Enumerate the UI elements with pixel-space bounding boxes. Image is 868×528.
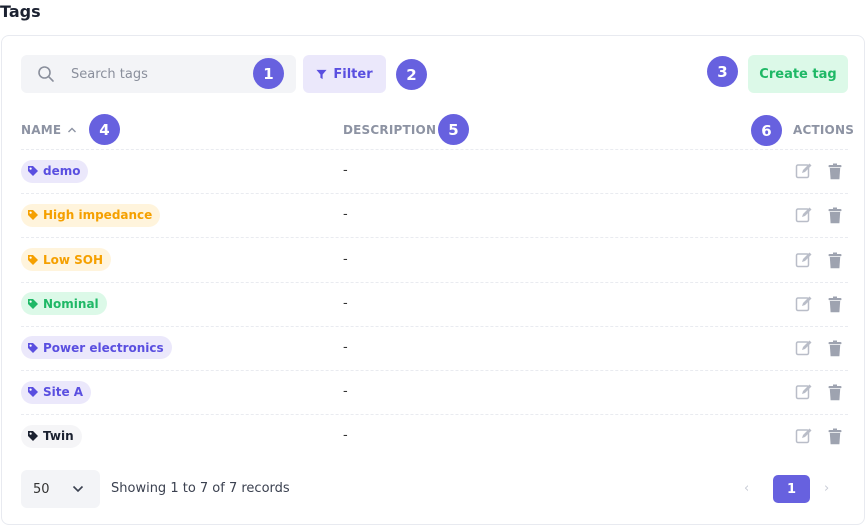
chevron-up-icon xyxy=(68,127,77,133)
annotation-marker-3: 3 xyxy=(707,56,738,87)
annotation-marker-5: 5 xyxy=(438,114,469,145)
search-icon xyxy=(38,66,54,82)
tag-icon xyxy=(28,298,38,309)
tag-description: - xyxy=(343,163,348,179)
edit-icon[interactable] xyxy=(795,162,813,184)
trash-icon[interactable] xyxy=(828,296,842,317)
page-title: Tags xyxy=(0,2,41,21)
trash-icon[interactable] xyxy=(828,207,842,228)
column-header-name-label: NAME xyxy=(21,123,62,137)
tag-name: Power electronics xyxy=(43,340,164,355)
row-divider xyxy=(21,193,848,195)
filter-button[interactable]: Filter xyxy=(303,55,386,93)
row-divider xyxy=(21,237,848,239)
tag-description: - xyxy=(343,295,348,311)
annotation-marker-1: 1 xyxy=(253,58,284,89)
annotation-marker-6: 6 xyxy=(751,115,782,146)
edit-icon[interactable] xyxy=(795,427,813,449)
column-header-description: DESCRIPTION xyxy=(343,123,437,137)
tag-chip: High impedance xyxy=(21,203,161,227)
trash-icon[interactable] xyxy=(828,163,842,184)
column-header-name[interactable]: NAME xyxy=(21,123,77,137)
edit-icon[interactable] xyxy=(795,339,813,361)
filter-icon xyxy=(316,69,327,79)
row-divider xyxy=(21,325,848,327)
search-input[interactable] xyxy=(71,55,271,93)
tag-description: - xyxy=(343,251,348,267)
trash-icon[interactable] xyxy=(828,340,842,361)
tag-chip: Twin xyxy=(21,424,82,448)
tag-icon xyxy=(28,387,38,398)
row-divider xyxy=(21,149,848,150)
tag-name: High impedance xyxy=(43,208,153,223)
row-divider xyxy=(21,281,848,283)
tag-name: Twin xyxy=(43,429,74,444)
tag-chip: Low SOH xyxy=(21,248,112,271)
tag-icon xyxy=(28,431,38,442)
tag-description: - xyxy=(343,207,348,223)
edit-icon[interactable] xyxy=(795,206,813,228)
row-divider xyxy=(21,414,848,416)
tag-chip: Site A xyxy=(21,380,92,404)
tag-name: Site A xyxy=(43,385,84,400)
column-header-actions: ACTIONS xyxy=(793,123,855,137)
tag-description: - xyxy=(343,339,348,355)
tag-chip: demo xyxy=(21,159,89,183)
annotation-marker-2: 2 xyxy=(396,59,427,90)
next-page-button[interactable]: › xyxy=(824,481,829,496)
tag-description: - xyxy=(343,428,348,444)
records-summary: Showing 1 to 7 of 7 records xyxy=(111,481,290,496)
tag-chip: Nominal xyxy=(21,292,107,316)
previous-page-button[interactable]: ‹ xyxy=(744,481,749,496)
tag-icon xyxy=(28,254,38,265)
create-tag-button[interactable]: Create tag xyxy=(748,55,848,93)
edit-icon[interactable] xyxy=(795,295,813,317)
filter-label: Filter xyxy=(333,66,373,82)
row-divider xyxy=(21,370,848,371)
tag-name: demo xyxy=(43,164,81,179)
tags-card: Filter Create tag 1 2 3 4 5 6 NAME DESCR… xyxy=(1,35,865,525)
page-size-value: 50 xyxy=(33,481,50,497)
edit-icon[interactable] xyxy=(795,251,813,273)
tag-name: Low SOH xyxy=(43,252,104,267)
trash-icon[interactable] xyxy=(828,428,842,449)
tag-chip: Power electronics xyxy=(21,336,172,360)
chevron-down-icon xyxy=(72,485,84,493)
annotation-marker-4: 4 xyxy=(89,114,120,145)
edit-icon[interactable] xyxy=(795,383,813,405)
page-size-select[interactable]: 50 xyxy=(21,470,100,508)
trash-icon[interactable] xyxy=(828,384,842,405)
page-1-button[interactable]: 1 xyxy=(773,475,810,503)
tag-description: - xyxy=(343,384,348,400)
tag-icon xyxy=(28,342,38,353)
tag-icon xyxy=(28,210,38,221)
tag-icon xyxy=(28,166,38,177)
tag-name: Nominal xyxy=(43,296,99,311)
trash-icon[interactable] xyxy=(828,252,842,273)
